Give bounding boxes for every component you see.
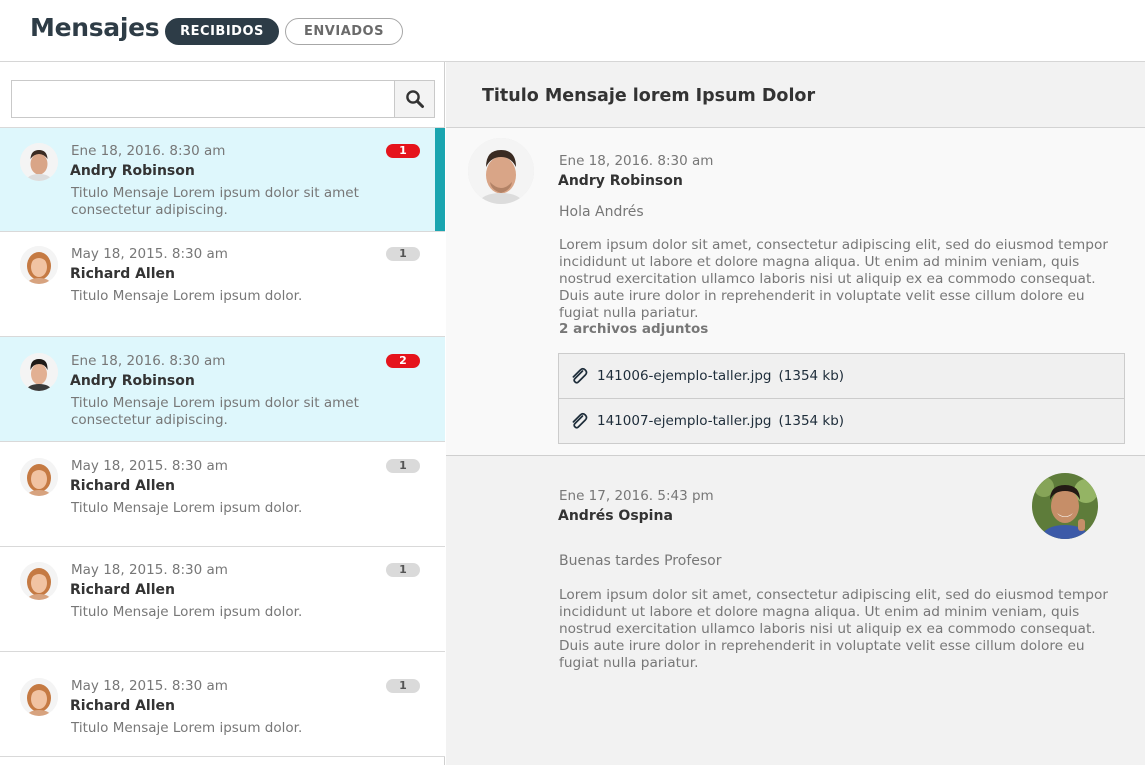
thread-title: Titulo Mensaje lorem Ipsum Dolor <box>482 86 816 106</box>
message-body: Lorem ipsum dolor sit amet, consectetur … <box>559 587 1108 671</box>
message-preview: Titulo Mensaje Lorem ipsum dolor. <box>71 288 303 304</box>
message-list-panel: Ene 18, 2016. 8:30 am Andry Robinson Tit… <box>0 62 445 765</box>
attachment-size: (1354 kb) <box>778 412 845 429</box>
smiling-male-avatar <box>1032 473 1098 539</box>
message-date: May 18, 2015. 8:30 am <box>71 562 228 578</box>
list-item[interactable]: May 18, 2015. 8:30 am Richard Allen Titu… <box>0 652 445 757</box>
male-avatar-1 <box>20 143 58 181</box>
tab-enviados[interactable]: ENVIADOS <box>285 18 403 45</box>
message-sender: Andry Robinson <box>70 373 195 389</box>
message-sender: Richard Allen <box>70 266 175 282</box>
tab-recibidos[interactable]: RECIBIDOS <box>165 18 279 45</box>
message-date: Ene 18, 2016. 8:30 am <box>71 143 226 159</box>
message-preview: Titulo Mensaje Lorem ipsum dolor sit ame… <box>71 185 359 218</box>
search-input[interactable] <box>12 81 395 117</box>
message-detail-panel: Titulo Mensaje lorem Ipsum Dolor Ene 18,… <box>446 62 1145 765</box>
female-avatar <box>20 458 58 496</box>
attachment-filename: 141006-ejemplo-taller.jpg <box>597 368 772 384</box>
search-box <box>11 80 435 118</box>
unread-badge: 2 <box>386 354 420 368</box>
message-date: Ene 18, 2016. 8:30 am <box>71 353 226 369</box>
message-preview: Titulo Mensaje Lorem ipsum dolor. <box>71 500 303 516</box>
message-preview: Titulo Mensaje Lorem ipsum dolor. <box>71 720 303 736</box>
attachment-item[interactable]: 141006-ejemplo-taller.jpg (1354 kb) <box>559 354 1124 398</box>
message-preview: Titulo Mensaje Lorem ipsum dolor. <box>71 604 303 620</box>
list-item[interactable]: May 18, 2015. 8:30 am Richard Allen Titu… <box>0 547 445 652</box>
unread-badge: 1 <box>386 144 420 158</box>
list-item[interactable]: May 18, 2015. 8:30 am Richard Allen Titu… <box>0 232 445 337</box>
message-sender: Richard Allen <box>70 698 175 714</box>
list-item[interactable]: Ene 18, 2016. 8:30 am Andry Robinson Tit… <box>0 127 445 232</box>
message-greeting: Hola Andrés <box>559 204 644 220</box>
attachment-size: (1354 kb) <box>778 368 845 384</box>
male-avatar-2 <box>20 353 58 391</box>
message-count-badge: 1 <box>386 247 420 261</box>
page-title: Mensajes <box>30 13 160 42</box>
list-item[interactable]: Ene 18, 2016. 8:30 am Andry Robinson Tit… <box>0 337 445 442</box>
attachments-label: 2 archivos adjuntos <box>559 321 709 337</box>
message-sender: Richard Allen <box>70 478 175 494</box>
paperclip-icon <box>572 367 588 384</box>
message-body: Lorem ipsum dolor sit amet, consectetur … <box>559 237 1108 321</box>
list-item[interactable]: May 18, 2015. 8:30 am Richard Allen Titu… <box>0 442 445 547</box>
message-greeting: Buenas tardes Profesor <box>559 553 722 569</box>
female-avatar <box>20 678 58 716</box>
female-avatar <box>20 246 58 284</box>
attachment-item[interactable]: 141007-ejemplo-taller.jpg (1354 kb) <box>559 398 1124 442</box>
message-date: May 18, 2015. 8:30 am <box>71 678 228 694</box>
message-count-badge: 1 <box>386 459 420 473</box>
message-date: Ene 18, 2016. 8:30 am <box>559 153 714 169</box>
message-preview: Titulo Mensaje Lorem ipsum dolor sit ame… <box>71 395 359 428</box>
message-sender: Richard Allen <box>70 582 175 598</box>
message-count-badge: 1 <box>386 563 420 577</box>
search-icon <box>405 90 424 108</box>
message-date: May 18, 2015. 8:30 am <box>71 458 228 474</box>
attachment-filename: 141007-ejemplo-taller.jpg <box>597 412 772 429</box>
message-date: May 18, 2015. 8:30 am <box>71 246 228 262</box>
message-list: Ene 18, 2016. 8:30 am Andry Robinson Tit… <box>0 127 445 757</box>
header: Mensajes RECIBIDOS ENVIADOS <box>0 0 1145 62</box>
message-sender: Andry Robinson <box>558 173 683 189</box>
message-date: Ene 17, 2016. 5:43 pm <box>559 488 714 504</box>
search-button[interactable] <box>394 81 434 117</box>
message-sender: Andry Robinson <box>70 163 195 179</box>
message-count-badge: 1 <box>386 679 420 693</box>
paperclip-icon <box>572 412 588 429</box>
attachments-list: 141006-ejemplo-taller.jpg (1354 kb) 1410… <box>558 353 1125 444</box>
male-avatar-1 <box>468 138 534 204</box>
thread-message: Ene 18, 2016. 8:30 am Andry Robinson Hol… <box>446 128 1145 456</box>
message-sender: Andrés Ospina <box>558 508 673 524</box>
female-avatar <box>20 562 58 600</box>
